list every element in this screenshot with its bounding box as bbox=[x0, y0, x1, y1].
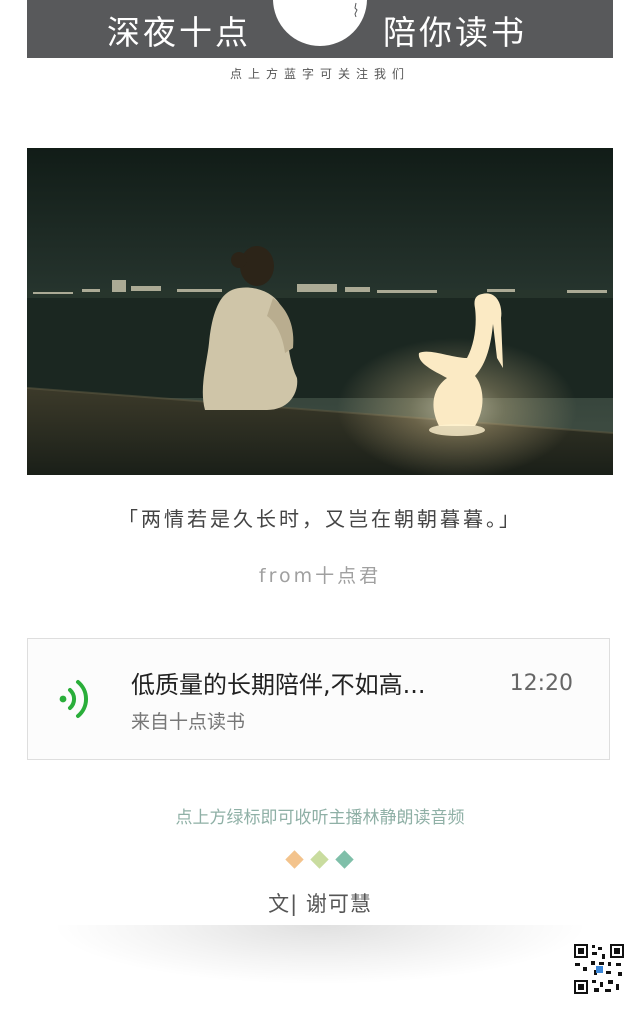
audio-duration: 12:20 bbox=[509, 671, 573, 696]
decorative-divider bbox=[285, 850, 365, 870]
article-photo bbox=[27, 148, 613, 475]
audio-wave-icon[interactable] bbox=[56, 677, 96, 721]
header-banner: 深夜十点 陪你读书 bbox=[27, 0, 613, 58]
audio-title[interactable]: 低质量的长期陪伴,不如高... bbox=[131, 665, 426, 700]
header-title-left: 深夜十点 bbox=[107, 13, 251, 52]
listen-hint: 点上方绿标即可收听主播林静朗读音频 bbox=[175, 808, 465, 828]
quote-source: from十点君 bbox=[258, 565, 382, 587]
audio-player-card[interactable]: 低质量的长期陪伴,不如高... 来自十点读书 12:20 bbox=[27, 638, 610, 760]
diamond-icon bbox=[285, 850, 304, 869]
diamond-icon bbox=[335, 850, 354, 869]
subscribe-hint[interactable]: 点上方蓝字可关注我们 bbox=[0, 65, 640, 82]
quote-text: 「两情若是久长时，又岂在朝朝暮暮。」 bbox=[118, 507, 522, 531]
audio-source: 来自十点读书 bbox=[131, 711, 246, 733]
diamond-icon bbox=[310, 850, 329, 869]
author-credit: 文| 谢可慧 bbox=[268, 892, 372, 916]
header-title-right: 陪你读书 bbox=[383, 13, 527, 52]
header-logo-mark-icon bbox=[352, 2, 358, 18]
section-shadow bbox=[50, 925, 590, 985]
qr-code-icon bbox=[572, 942, 626, 996]
